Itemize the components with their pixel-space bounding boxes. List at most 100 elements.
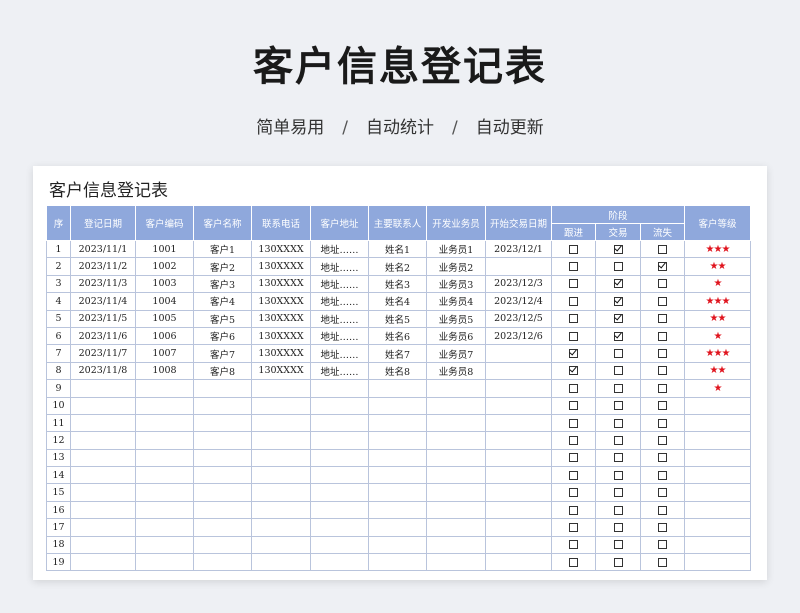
follow-checkbox[interactable] [569, 505, 578, 515]
cell-level[interactable]: ★★★ [684, 239, 751, 259]
cell-contact[interactable] [368, 518, 427, 537]
cell-date[interactable] [70, 431, 136, 450]
cell-address[interactable]: 地址…… [310, 239, 369, 259]
lost-checkbox[interactable] [658, 418, 667, 428]
cell-contact[interactable] [368, 483, 427, 502]
cell-level[interactable] [684, 518, 751, 537]
cell-contact[interactable] [368, 448, 427, 468]
cell-phone[interactable] [251, 379, 311, 398]
cell-contact[interactable] [368, 535, 427, 555]
deal-checkbox[interactable] [613, 366, 623, 376]
cell-start[interactable] [485, 257, 552, 276]
cell-contact[interactable]: 姓名3 [368, 274, 427, 294]
cell-start[interactable] [485, 413, 552, 433]
cell-code[interactable]: 1008 [135, 361, 194, 381]
deal-checkbox[interactable] [613, 314, 623, 324]
cell-level[interactable]: ★ [684, 326, 751, 346]
cell-sales[interactable]: 业务员4 [426, 292, 486, 311]
cell-address[interactable] [310, 518, 369, 537]
cell-date[interactable]: 2023/11/8 [70, 361, 136, 381]
cell-address[interactable] [310, 535, 369, 555]
cell-contact[interactable]: 姓名2 [368, 257, 427, 276]
follow-checkbox[interactable] [569, 383, 578, 393]
cell-date[interactable] [70, 448, 136, 468]
cell-code[interactable] [135, 448, 194, 468]
follow-checkbox[interactable] [569, 244, 578, 254]
cell-code[interactable] [135, 396, 194, 415]
follow-checkbox[interactable] [569, 418, 578, 428]
cell-code[interactable]: 1007 [135, 344, 194, 363]
cell-sales[interactable]: 业务员6 [426, 326, 486, 346]
cell-seq[interactable]: 10 [46, 396, 71, 415]
cell-level[interactable]: ★ [684, 379, 751, 398]
cell-phone[interactable]: 130XXXX [251, 344, 311, 363]
cell-address[interactable] [310, 500, 369, 520]
cell-name[interactable]: 客户1 [193, 239, 252, 259]
cell-code[interactable]: 1001 [135, 239, 194, 259]
cell-phone[interactable]: 130XXXX [251, 257, 311, 276]
cell-date[interactable] [70, 483, 136, 502]
cell-level[interactable]: ★★ [684, 257, 751, 276]
lost-checkbox[interactable] [658, 522, 667, 532]
follow-checkbox[interactable] [569, 262, 578, 272]
lost-checkbox[interactable] [658, 366, 667, 376]
lost-checkbox[interactable] [658, 435, 667, 445]
lost-checkbox[interactable] [658, 557, 667, 567]
cell-sales[interactable] [426, 396, 486, 415]
cell-contact[interactable] [368, 379, 427, 398]
deal-checkbox[interactable] [613, 262, 623, 272]
cell-name[interactable]: 客户6 [193, 326, 252, 346]
cell-date[interactable] [70, 379, 136, 398]
cell-start[interactable]: 2023/12/5 [485, 309, 552, 328]
cell-date[interactable] [70, 466, 136, 485]
deal-checkbox[interactable] [613, 453, 623, 463]
cell-name[interactable] [193, 500, 252, 520]
deal-checkbox[interactable] [613, 470, 623, 480]
deal-checkbox[interactable] [613, 505, 623, 515]
deal-checkbox[interactable] [613, 557, 623, 567]
cell-name[interactable] [193, 431, 252, 450]
cell-contact[interactable] [368, 431, 427, 450]
cell-level[interactable] [684, 553, 751, 572]
cell-start[interactable] [485, 518, 552, 537]
cell-start[interactable]: 2023/12/6 [485, 326, 552, 346]
cell-phone[interactable] [251, 466, 311, 485]
cell-contact[interactable]: 姓名7 [368, 344, 427, 363]
cell-sales[interactable] [426, 553, 486, 572]
cell-sales[interactable] [426, 535, 486, 555]
lost-checkbox[interactable] [658, 244, 667, 254]
cell-phone[interactable]: 130XXXX [251, 292, 311, 311]
cell-phone[interactable] [251, 431, 311, 450]
cell-level[interactable] [684, 466, 751, 485]
lost-checkbox[interactable] [658, 383, 667, 393]
cell-code[interactable] [135, 483, 194, 502]
cell-start[interactable] [485, 431, 552, 450]
cell-level[interactable]: ★★★ [684, 344, 751, 363]
cell-sales[interactable] [426, 448, 486, 468]
cell-address[interactable] [310, 431, 369, 450]
cell-level[interactable]: ★★ [684, 361, 751, 381]
deal-checkbox[interactable] [613, 331, 623, 341]
cell-date[interactable]: 2023/11/5 [70, 309, 136, 328]
cell-level[interactable] [684, 483, 751, 502]
cell-phone[interactable] [251, 518, 311, 537]
cell-level[interactable]: ★ [684, 274, 751, 294]
cell-seq[interactable]: 1 [46, 239, 71, 259]
cell-name[interactable] [193, 448, 252, 468]
cell-address[interactable]: 地址…… [310, 326, 369, 346]
cell-seq[interactable]: 15 [46, 483, 71, 502]
cell-phone[interactable]: 130XXXX [251, 326, 311, 346]
cell-start[interactable] [485, 483, 552, 502]
cell-start[interactable] [485, 500, 552, 520]
cell-code[interactable] [135, 413, 194, 433]
cell-level[interactable] [684, 535, 751, 555]
cell-address[interactable]: 地址…… [310, 344, 369, 363]
cell-code[interactable]: 1002 [135, 257, 194, 276]
cell-contact[interactable] [368, 466, 427, 485]
lost-checkbox[interactable] [658, 505, 667, 515]
cell-seq[interactable]: 11 [46, 413, 71, 433]
cell-name[interactable]: 客户3 [193, 274, 252, 294]
cell-phone[interactable] [251, 535, 311, 555]
cell-seq[interactable]: 13 [46, 448, 71, 468]
cell-code[interactable]: 1004 [135, 292, 194, 311]
